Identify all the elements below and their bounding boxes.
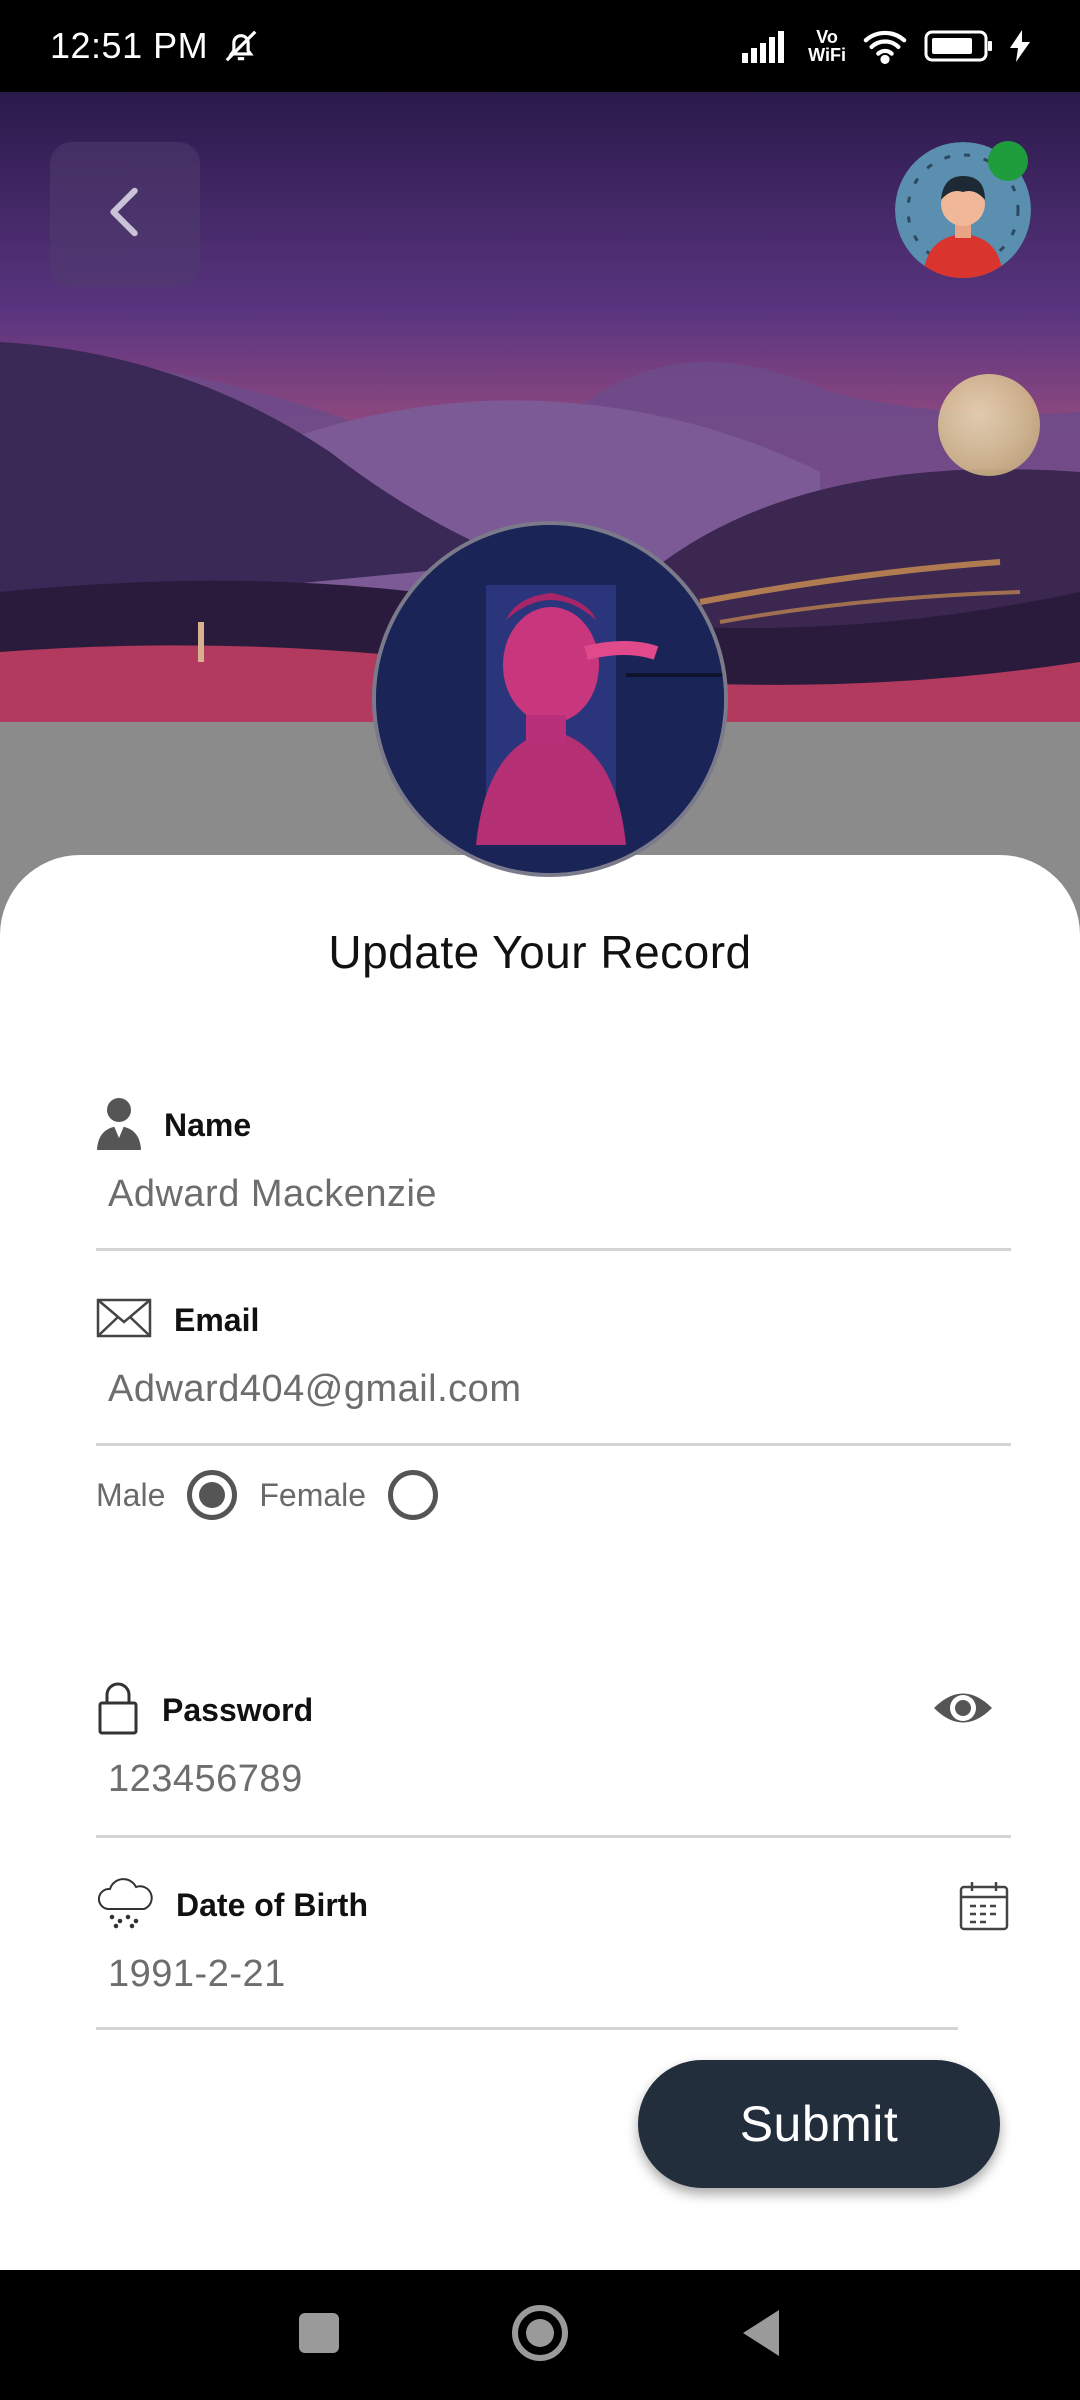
wifi-icon [862,28,908,64]
update-record-card: Update Your Record Name Adward Mackenzie [0,855,1080,2270]
status-bar: 12:51 PM Vo WiFi [0,0,1080,92]
name-input[interactable]: Adward Mackenzie [96,1173,1011,1216]
female-radio[interactable] [388,1470,439,1520]
dob-input[interactable]: 1991-2-21 [96,1953,956,1996]
chevron-left-icon [105,185,145,244]
password-label: Password [162,1691,314,1728]
password-field[interactable]: Password 123456789 [96,1680,1011,1801]
password-input[interactable]: 123456789 [96,1758,1011,1801]
envelope-icon [96,1298,152,1343]
submit-button[interactable]: Submit [638,2060,1000,2188]
back-button[interactable] [50,142,200,287]
silent-bell-icon [222,27,260,65]
charging-icon [1010,30,1030,62]
profile-photo[interactable] [372,521,728,877]
dob-field[interactable]: Date of Birth 1991-2-21 [96,1875,956,1996]
status-time: 12:51 PM [50,25,209,66]
female-label: Female [259,1476,367,1513]
vowifi-top-text: Vo [816,27,838,47]
battery-icon [924,29,994,63]
signal-icon [742,29,792,63]
system-navigation-bar [0,2270,1080,2400]
vowifi-icon: Vo WiFi [808,28,846,64]
cloud-icon [96,1877,154,1934]
online-status-indicator [988,141,1028,181]
password-underline [96,1835,1011,1838]
email-label: Email [174,1301,260,1338]
user-icon [96,1096,142,1155]
back-icon[interactable] [739,2308,783,2363]
male-radio[interactable] [187,1470,238,1520]
email-field[interactable]: Email Adward404@gmail.com [96,1290,1011,1411]
radio-selected-dot [199,1482,226,1508]
name-field[interactable]: Name Adward Mackenzie [96,1095,1011,1216]
home-icon[interactable] [511,2304,569,2367]
recent-apps-icon[interactable] [297,2311,341,2360]
eye-icon[interactable] [932,1685,994,1736]
lock-icon [96,1681,140,1740]
dob-label: Date of Birth [176,1886,368,1923]
dob-underline [96,2027,958,2030]
calendar-icon[interactable] [958,1880,1010,1937]
email-underline [96,1443,1011,1446]
moon-decoration [938,374,1040,476]
email-input[interactable]: Adward404@gmail.com [96,1368,1011,1411]
name-label: Name [164,1106,252,1143]
vowifi-bottom-text: WiFi [808,45,846,65]
male-label: Male [96,1476,166,1513]
name-underline [96,1248,1011,1251]
page-title: Update Your Record [328,926,752,978]
gender-selector: Male Female [96,1470,439,1520]
